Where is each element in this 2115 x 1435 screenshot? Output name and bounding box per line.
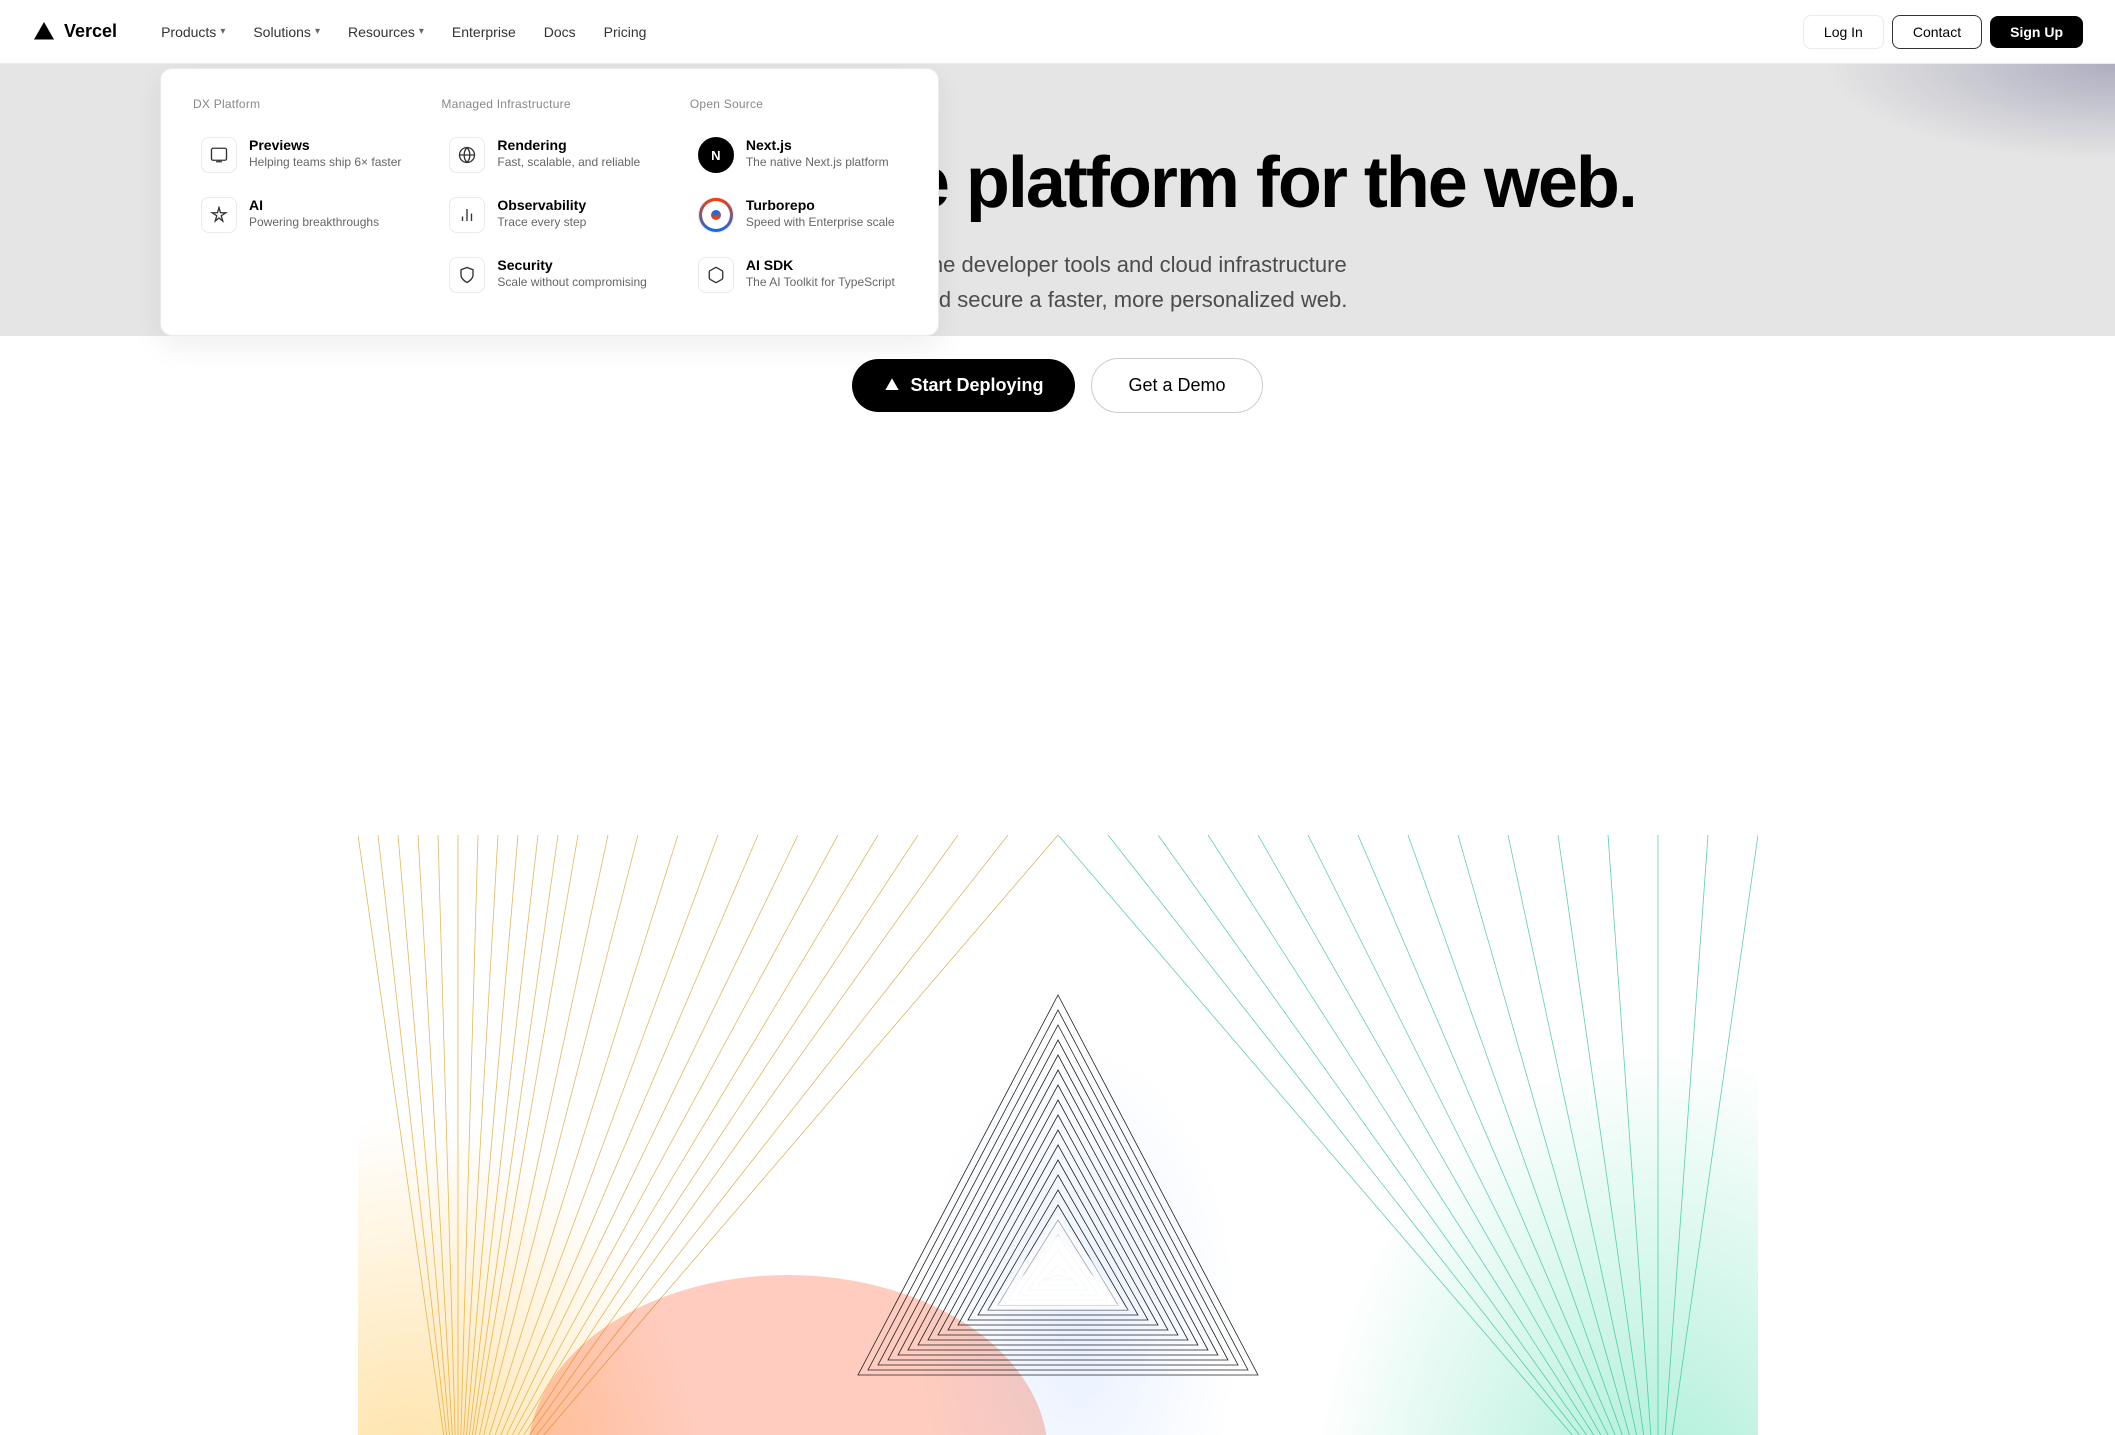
- dropdown-col-infra: Managed Infrastructure Rendering Fast, s…: [441, 97, 657, 307]
- nav-resources[interactable]: Resources ▾: [336, 18, 436, 46]
- turborepo-title: Turborepo: [746, 197, 895, 213]
- dropdown-item-security[interactable]: Security Scale without compromising: [441, 247, 657, 303]
- dropdown-item-ai[interactable]: AI Powering breakthroughs: [193, 187, 409, 243]
- rendering-title: Rendering: [497, 137, 640, 153]
- observability-desc: Trace every step: [497, 215, 586, 229]
- previews-title: Previews: [249, 137, 401, 153]
- aisdk-desc: The AI Toolkit for TypeScript: [746, 275, 895, 289]
- logo[interactable]: Vercel: [32, 20, 117, 44]
- rendering-icon: [449, 137, 485, 173]
- rendering-desc: Fast, scalable, and reliable: [497, 155, 640, 169]
- nav-pricing[interactable]: Pricing: [592, 18, 659, 46]
- nav-docs[interactable]: Docs: [532, 18, 588, 46]
- contact-button[interactable]: Contact: [1892, 15, 1982, 49]
- observability-icon: [449, 197, 485, 233]
- security-icon: [449, 257, 485, 293]
- dropdown-item-aisdk[interactable]: AI SDK The AI Toolkit for TypeScript: [690, 247, 906, 303]
- col-oss-title: Open Source: [690, 97, 906, 111]
- col-dx-title: DX Platform: [193, 97, 409, 111]
- nav-products[interactable]: Products ▾: [149, 18, 237, 46]
- start-deploying-button[interactable]: Start Deploying: [852, 359, 1075, 412]
- nav-enterprise[interactable]: Enterprise: [440, 18, 528, 46]
- nav-right: Log In Contact Sign Up: [1803, 15, 2083, 49]
- navbar: Vercel Products ▾ Solutions ▾ Resources …: [0, 0, 2115, 64]
- security-desc: Scale without compromising: [497, 275, 646, 289]
- nav-items: Products ▾ Solutions ▾ Resources ▾ Enter…: [149, 18, 658, 46]
- dropdown-col-oss: Open Source N Next.js The native Next.js…: [690, 97, 906, 307]
- previews-icon: [201, 137, 237, 173]
- nextjs-title: Next.js: [746, 137, 889, 153]
- ai-title: AI: [249, 197, 379, 213]
- dropdown-item-nextjs[interactable]: N Next.js The native Next.js platform: [690, 127, 906, 183]
- signup-button[interactable]: Sign Up: [1990, 16, 2083, 48]
- vercel-logo-icon: [32, 20, 56, 44]
- security-title: Security: [497, 257, 646, 273]
- chevron-down-icon: ▾: [419, 26, 424, 37]
- col-infra-title: Managed Infrastructure: [441, 97, 657, 111]
- observability-title: Observability: [497, 197, 586, 213]
- dropdown-panel: DX Platform Previews Helping teams ship …: [160, 68, 939, 336]
- deploy-triangle-icon: [884, 377, 900, 393]
- products-dropdown: DX Platform Previews Helping teams ship …: [0, 64, 2115, 336]
- hero-buttons: Start Deploying Get a Demo: [24, 358, 2091, 413]
- dropdown-item-turborepo[interactable]: Turborepo Speed with Enterprise scale: [690, 187, 906, 243]
- login-button[interactable]: Log In: [1803, 15, 1884, 49]
- nextjs-icon: N: [698, 137, 734, 173]
- aisdk-title: AI SDK: [746, 257, 895, 273]
- nav-left: Vercel Products ▾ Solutions ▾ Resources …: [32, 18, 658, 46]
- ai-icon: [201, 197, 237, 233]
- turborepo-desc: Speed with Enterprise scale: [746, 215, 895, 229]
- triangle-wireframe: [808, 935, 1308, 1435]
- nextjs-desc: The native Next.js platform: [746, 155, 889, 169]
- dropdown-item-observability[interactable]: Observability Trace every step: [441, 187, 657, 243]
- ai-desc: Powering breakthroughs: [249, 215, 379, 229]
- aisdk-icon: [698, 257, 734, 293]
- dropdown-item-rendering[interactable]: Rendering Fast, scalable, and reliable: [441, 127, 657, 183]
- chevron-down-icon: ▾: [220, 26, 225, 37]
- previews-desc: Helping teams ship 6× faster: [249, 155, 401, 169]
- nav-solutions[interactable]: Solutions ▾: [241, 18, 332, 46]
- get-demo-button[interactable]: Get a Demo: [1091, 358, 1262, 413]
- turborepo-icon: [698, 197, 734, 233]
- chevron-down-icon: ▾: [315, 26, 320, 37]
- dropdown-col-dx: DX Platform Previews Helping teams ship …: [193, 97, 409, 307]
- dropdown-item-previews[interactable]: Previews Helping teams ship 6× faster: [193, 127, 409, 183]
- logo-text: Vercel: [64, 21, 117, 42]
